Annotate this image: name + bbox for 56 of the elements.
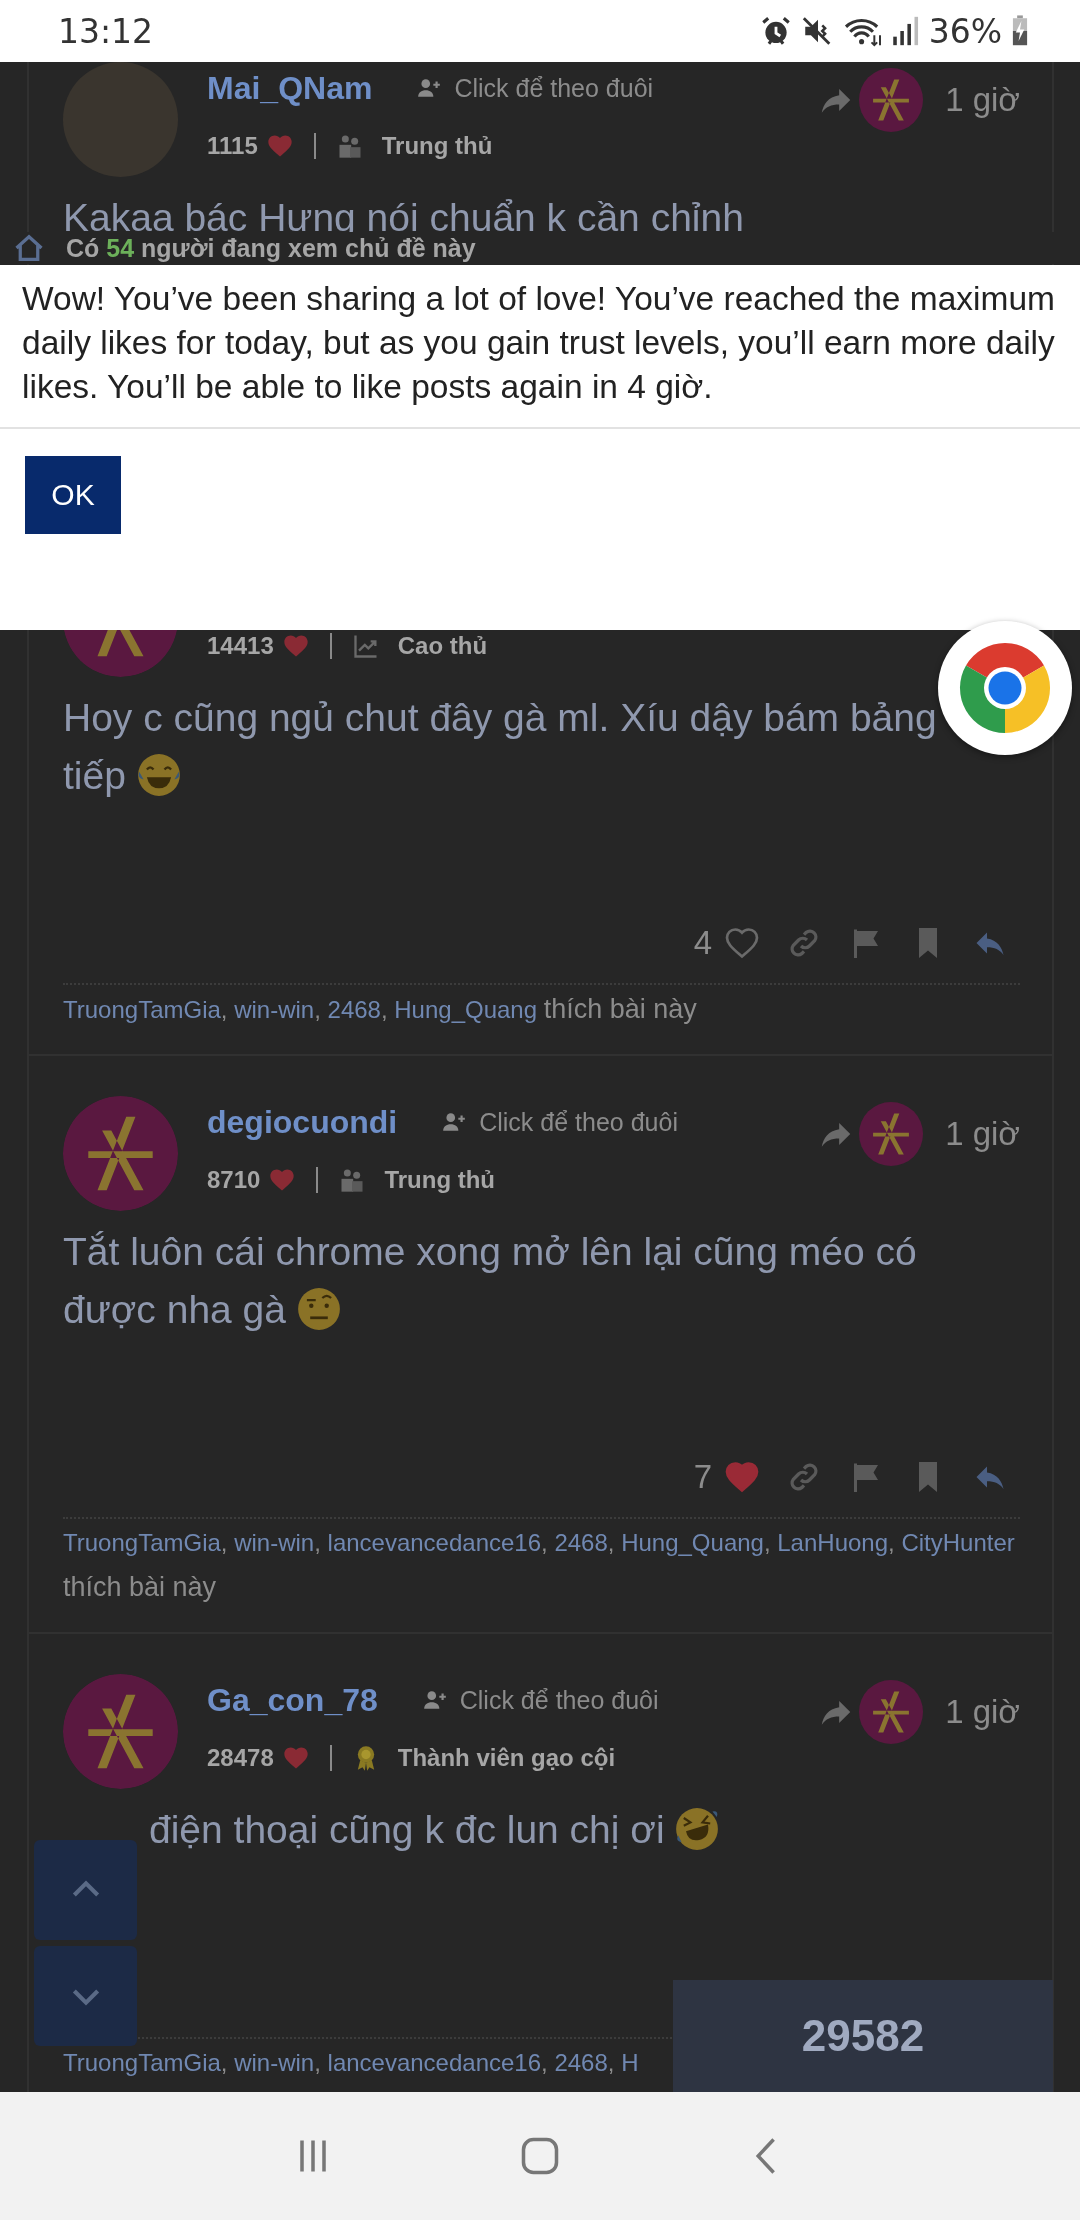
username-link[interactable]: Ga_con_78 (207, 1681, 378, 1719)
username-link[interactable]: 2468 (554, 2049, 608, 2076)
likes-received-count: 8710 (207, 1166, 261, 1194)
avatar-logo-icon[interactable] (63, 1674, 178, 1789)
like-heart-icon[interactable] (724, 1459, 760, 1495)
like-heart-icon[interactable] (724, 925, 760, 961)
post-text: Tắt luôn cái chrome xong mở lên lại cũng méo có được nha gà (63, 1229, 918, 1333)
rank-label: Cao thủ (397, 632, 488, 660)
skeptical-face-emoji-icon (296, 1287, 341, 1331)
username-link[interactable]: win-win (234, 2049, 315, 2076)
username-link[interactable]: degiocuondi (207, 1103, 398, 1141)
username-link[interactable]: Hung_Quang (621, 1529, 764, 1556)
username-link[interactable]: 2468 (554, 1529, 608, 1556)
username-link[interactable]: Hung_Quang (394, 996, 538, 1023)
small-avatar-logo-icon[interactable] (859, 1102, 924, 1166)
like-count: 4 (693, 924, 712, 962)
username-link[interactable]: lancevancedance16 (327, 2049, 542, 2076)
likes-received-count: 14413 (207, 632, 274, 660)
username-link[interactable]: TruongTamGia (63, 996, 221, 1023)
post-time: 1 giờ (945, 1693, 1020, 1731)
small-avatar-logo-icon[interactable] (859, 1680, 924, 1744)
watching-text: Có 54 người đang xem chủ đề này (66, 233, 476, 263)
post-text: điện thoại cũng k đc lun chị ơi (63, 1801, 1020, 1859)
dialog-message: Wow! You’ve been sharing a lot of love! You’ve reached the maximum daily likes for today, but as you gain trust levels, you’ll earn more daily likes. You’ll be able to like posts again in 4 giờ. (21, 279, 1056, 407)
post-time: 1 giờ (945, 81, 1020, 119)
laughing-face-emoji-icon (675, 1807, 720, 1851)
username-link[interactable]: lancevancedance16 (327, 1529, 542, 1556)
likers-text: TruongTamGia, win-win, lancevancedance16, 2468, Hung_Quang, LanHuong, CityHunter thích bài này (63, 1517, 1020, 1610)
avatar-logo-icon[interactable] (63, 1096, 178, 1211)
status-time: 13:12 (58, 11, 154, 51)
follow-link[interactable]: Click để theo đuôi (459, 1685, 659, 1715)
username-link[interactable]: Mai_QNam (207, 69, 373, 107)
username-link[interactable]: CityHunter (901, 1529, 1015, 1556)
laughing-face-emoji-icon (136, 753, 181, 797)
battery-charging-icon (1010, 14, 1030, 48)
ok-button[interactable]: OK (25, 456, 121, 534)
username-link[interactable]: 2468 (327, 996, 381, 1023)
likers-text: TruongTamGia, win-win, 2468, Hung_Quang thích bài này (63, 983, 1020, 1032)
rank-label: Trung thủ (384, 1166, 496, 1194)
rank-label: Thành viên gạo cội (397, 1744, 616, 1772)
rank-label: Trung thủ (381, 132, 493, 160)
username-link[interactable]: TruongTamGia (63, 2049, 221, 2076)
battery-percent: 36% (928, 11, 1002, 51)
username-link[interactable]: win-win (234, 1529, 315, 1556)
username-link[interactable]: H (621, 2049, 639, 2076)
likes-received-count: 28478 (207, 1744, 274, 1772)
post-time: 1 giờ (945, 1115, 1020, 1153)
username-link[interactable]: LanHuong (777, 1529, 889, 1556)
username-link[interactable]: TruongTamGia (63, 1529, 221, 1556)
like-count: 7 (693, 1458, 712, 1496)
small-avatar-logo-icon[interactable] (859, 68, 924, 132)
follow-link[interactable]: Click để theo đuôi (454, 73, 654, 103)
follow-link[interactable]: Click để theo đuôi (479, 1107, 678, 1137)
username-link[interactable]: win-win (234, 996, 315, 1023)
signal-icon (890, 14, 921, 48)
likes-received-count: 1115 (207, 132, 258, 160)
